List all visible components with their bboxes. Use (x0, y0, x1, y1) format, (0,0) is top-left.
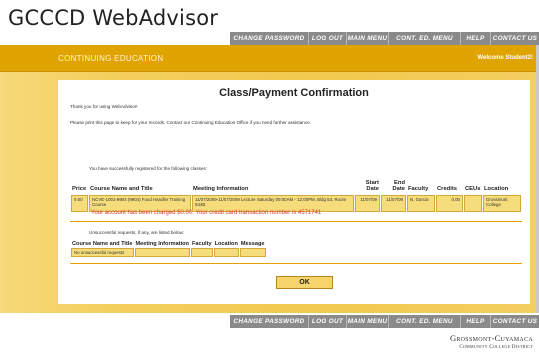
col-start-label: Start (365, 180, 379, 186)
cell-credits: 0.00 (436, 194, 463, 212)
app-logo: GCCCD WebAdvisor (8, 6, 219, 30)
col-start-date: Start Date (355, 180, 380, 194)
nav-main-menu[interactable]: Main Menu (346, 315, 388, 328)
cell-message (239, 248, 266, 258)
thanks-text: Thank you for using WebAdvisor! (70, 104, 138, 109)
nav-contact-us[interactable]: Contact Us (490, 32, 539, 45)
cell-end-date: 11/07/09 (381, 194, 406, 212)
registered-classes-table: Price Course Name and Title Meeting Info… (70, 179, 522, 213)
banner-title: CONTINUING EDUCATION (58, 54, 164, 63)
nav-main-menu[interactable]: Main Menu (346, 32, 388, 45)
registered-intro: You have successfully registered for the… (89, 166, 208, 171)
nav-change-password[interactable]: Change Password (230, 32, 308, 45)
nav-log-out[interactable]: Log Out (308, 315, 346, 328)
cell-location: Grossmont College (483, 194, 521, 212)
unsuccessful-requests-table: Course Name and Title Meeting Informatio… (70, 240, 267, 258)
bottom-nav: Change Password Log Out Main Menu Cont. … (230, 315, 539, 328)
content-frame: CONTINUING EDUCATION Welcome Student2! C… (0, 45, 539, 313)
charge-message: Your account has been charged $0.00. You… (91, 210, 322, 216)
cell-location (213, 248, 239, 258)
cell-price: 0.00 (71, 194, 88, 212)
cell-course: No unsuccessful requests (71, 248, 134, 258)
table-row: No unsuccessful requests (71, 248, 266, 258)
col-course: Course Name and Title (90, 186, 153, 193)
top-nav: Change Password Log Out Main Menu Cont. … (230, 32, 539, 45)
page-title: Class/Payment Confirmation (219, 87, 369, 99)
cell-start-date: 11/07/09 (355, 194, 380, 212)
col-meeting: Meeting Information (193, 186, 249, 193)
col-course: Course Name and Title (72, 241, 133, 247)
district-logo: Grossmont-Cuyamaca Community College Dis… (450, 333, 533, 350)
col-end-label-2: Date (392, 186, 405, 193)
nav-cont-ed-menu[interactable]: Cont. Ed. Menu (388, 32, 460, 45)
col-start-label-2: Date (366, 186, 379, 193)
col-credits: Credits (437, 186, 457, 193)
col-meeting: Meeting Information (135, 241, 189, 247)
nav-contact-us[interactable]: Contact Us (490, 315, 539, 328)
nav-log-out[interactable]: Log Out (308, 32, 346, 45)
col-end-date: End Date (381, 180, 406, 194)
confirmation-panel: Class/Payment Confirmation Thank you for… (58, 80, 530, 304)
col-faculty: Faculty (191, 241, 212, 247)
divider (70, 263, 522, 264)
col-message: Message (240, 241, 265, 247)
district-logo-line2: Community College District (459, 345, 533, 350)
col-price: Price (72, 186, 87, 193)
cell-faculty: N. Garcia (407, 194, 435, 212)
col-end-label: End (394, 180, 405, 186)
col-ceus: CEUs (465, 186, 481, 193)
table-header-row: Price Course Name and Title Meeting Info… (71, 180, 521, 194)
nav-help[interactable]: Help (460, 32, 490, 45)
district-logo-line1: Grossmont-Cuyamaca (449, 333, 533, 343)
section-banner: CONTINUING EDUCATION Welcome Student2! (0, 45, 539, 72)
col-location: Location (484, 186, 509, 193)
col-location: Location (214, 241, 238, 247)
col-faculty: Faculty (408, 186, 429, 193)
nav-change-password[interactable]: Change Password (230, 315, 308, 328)
cell-meeting (134, 248, 190, 258)
print-note: Please print this page to keep for your … (70, 120, 311, 125)
cell-ceus (464, 194, 482, 212)
cell-faculty (190, 248, 213, 258)
divider (70, 221, 522, 222)
nav-cont-ed-menu[interactable]: Cont. Ed. Menu (388, 315, 460, 328)
ok-button[interactable]: OK (276, 276, 333, 289)
unsuccessful-intro: Unsuccessful requests, if any, are liste… (89, 230, 185, 235)
table-header-row: Course Name and Title Meeting Informatio… (71, 241, 266, 247)
nav-help[interactable]: Help (460, 315, 490, 328)
welcome-message: Welcome Student2! (477, 55, 533, 61)
page: GCCCD WebAdvisor Change Password Log Out… (0, 0, 539, 357)
